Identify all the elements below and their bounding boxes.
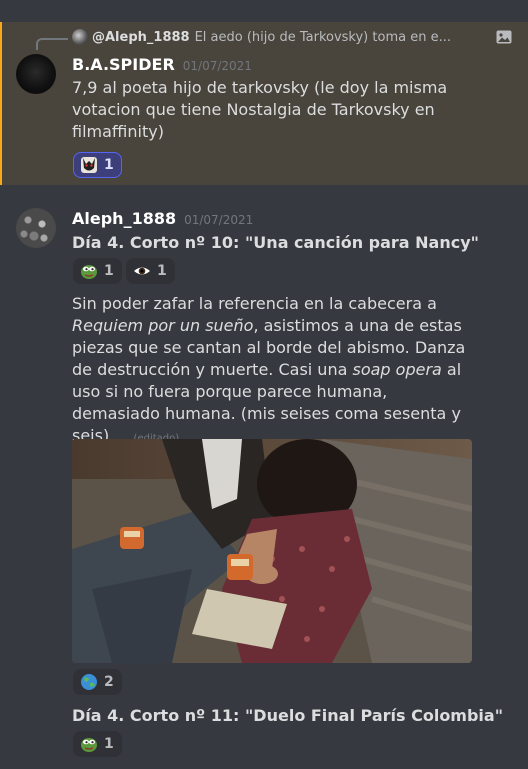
reaction-count: 1 <box>104 263 114 279</box>
username[interactable]: B.A.SPIDER <box>72 55 175 74</box>
reaction-count: 1 <box>104 736 114 752</box>
reply-reference[interactable]: @Aleph_1888 El aedo (hijo de Tarkovsky) … <box>72 28 512 46</box>
avatar[interactable] <box>16 208 56 248</box>
avatar[interactable] <box>16 54 56 94</box>
italic-text: soap opera <box>352 360 442 379</box>
image-attachment[interactable] <box>72 439 472 663</box>
pepe-emoji-icon <box>81 265 97 279</box>
reaction-count: 2 <box>104 674 114 690</box>
message-text: 7,9 al poeta hijo de tarkovsky (le doy l… <box>72 78 448 141</box>
reaction-count: 1 <box>157 263 167 279</box>
message-title: Día 4. Corto nº 10: "Una canción para Na… <box>72 233 479 252</box>
message-header: Aleph_1888 01/07/2021 <box>72 209 253 228</box>
reaction-wolverine[interactable]: 1 <box>73 152 122 178</box>
wolverine-emoji-icon <box>81 157 97 173</box>
message-header: B.A.SPIDER 01/07/2021 <box>72 55 252 74</box>
reply-text[interactable]: El aedo (hijo de Tarkovsky) toma en e... <box>195 30 490 45</box>
image-icon <box>496 30 512 44</box>
attachment-photo <box>72 439 472 663</box>
username[interactable]: Aleph_1888 <box>72 209 176 228</box>
earth-emoji-icon <box>81 674 97 690</box>
reply-avatar[interactable] <box>72 29 88 45</box>
reply-connector <box>36 38 68 50</box>
reply-author[interactable]: @Aleph_1888 <box>92 30 190 45</box>
reaction-count: 1 <box>104 157 114 173</box>
timestamp: 01/07/2021 <box>184 213 254 227</box>
reaction-earth[interactable]: 2 <box>73 669 122 695</box>
message-title: Día 4. Corto nº 11: "Duelo Final París C… <box>72 706 504 725</box>
timestamp: 01/07/2021 <box>182 59 252 73</box>
reaction-eye[interactable]: 1 <box>126 258 175 284</box>
pepe-emoji-icon <box>81 738 97 752</box>
reaction-pepe[interactable]: 1 <box>73 731 122 757</box>
message-body: Sin poder zafar la referencia en la cabe… <box>72 294 466 445</box>
reaction-pepe[interactable]: 1 <box>73 258 122 284</box>
eye-emoji-icon <box>134 267 150 275</box>
italic-text: Requiem por un sueño <box>72 316 254 335</box>
